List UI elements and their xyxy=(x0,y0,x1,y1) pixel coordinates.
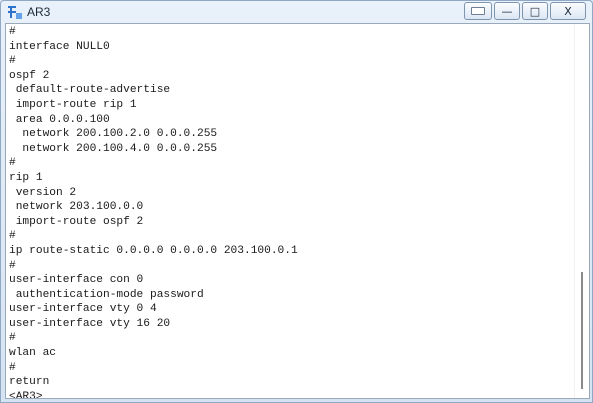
console-line: # xyxy=(9,26,16,38)
console-line: user-interface vty 0 4 xyxy=(9,303,157,316)
console-line: # xyxy=(9,361,16,374)
close-button[interactable]: X xyxy=(550,2,586,20)
title-bar[interactable]: AR3 — □ X xyxy=(1,1,592,23)
window-toolbar-icon xyxy=(471,7,485,15)
console-line: network 200.100.4.0 0.0.0.255 xyxy=(9,142,218,155)
window-title: AR3 xyxy=(27,5,51,19)
console-line: <AR3> xyxy=(9,390,43,399)
console-line: # xyxy=(9,259,16,272)
console-line: ip route-static 0.0.0.0 0.0.0.0 203.100.… xyxy=(9,244,298,257)
console-line: network 200.100.2.0 0.0.0.255 xyxy=(9,128,218,141)
console-line: wlan ac xyxy=(9,347,56,360)
scrollbar-thumb[interactable] xyxy=(581,272,583,389)
console-line: user-interface vty 16 20 xyxy=(9,317,171,330)
console-line: import-route rip 1 xyxy=(9,98,137,111)
console-line: network 203.100.0.0 xyxy=(9,201,144,214)
console-output[interactable]: # interface NULL0 # ospf 2 default-route-ad… xyxy=(8,24,574,399)
terminal-window: AR3 — □ X # interface NULL0 # ospf 2 defaul… xyxy=(0,0,593,403)
console-line: authentication-mode password xyxy=(9,288,204,301)
console-line: interface NULL0 xyxy=(9,40,110,53)
console-line: import-route ospf 2 xyxy=(9,215,144,228)
network-terminal-icon xyxy=(7,4,23,20)
minimize-button[interactable]: — xyxy=(494,2,520,20)
console-line: default-route-advertise xyxy=(9,84,171,97)
console-line: user-interface con 0 xyxy=(9,274,144,287)
console-line: # xyxy=(9,332,16,345)
console-line: area 0.0.0.100 xyxy=(9,113,110,126)
console-line: version 2 xyxy=(9,186,77,199)
vertical-scrollbar[interactable] xyxy=(574,24,589,398)
maximize-button[interactable]: □ xyxy=(522,2,548,20)
console-line: ospf 2 xyxy=(9,69,50,82)
console-line: rip 1 xyxy=(9,171,43,184)
console-line: # xyxy=(9,55,16,68)
console-line: # xyxy=(9,230,16,243)
console-line: return xyxy=(9,376,50,389)
toolbar-toggle-button[interactable] xyxy=(464,2,492,20)
terminal-content[interactable]: # interface NULL0 # ospf 2 default-route-ad… xyxy=(5,23,590,399)
console-line: # xyxy=(9,157,16,170)
window-controls: — □ X xyxy=(464,2,586,20)
